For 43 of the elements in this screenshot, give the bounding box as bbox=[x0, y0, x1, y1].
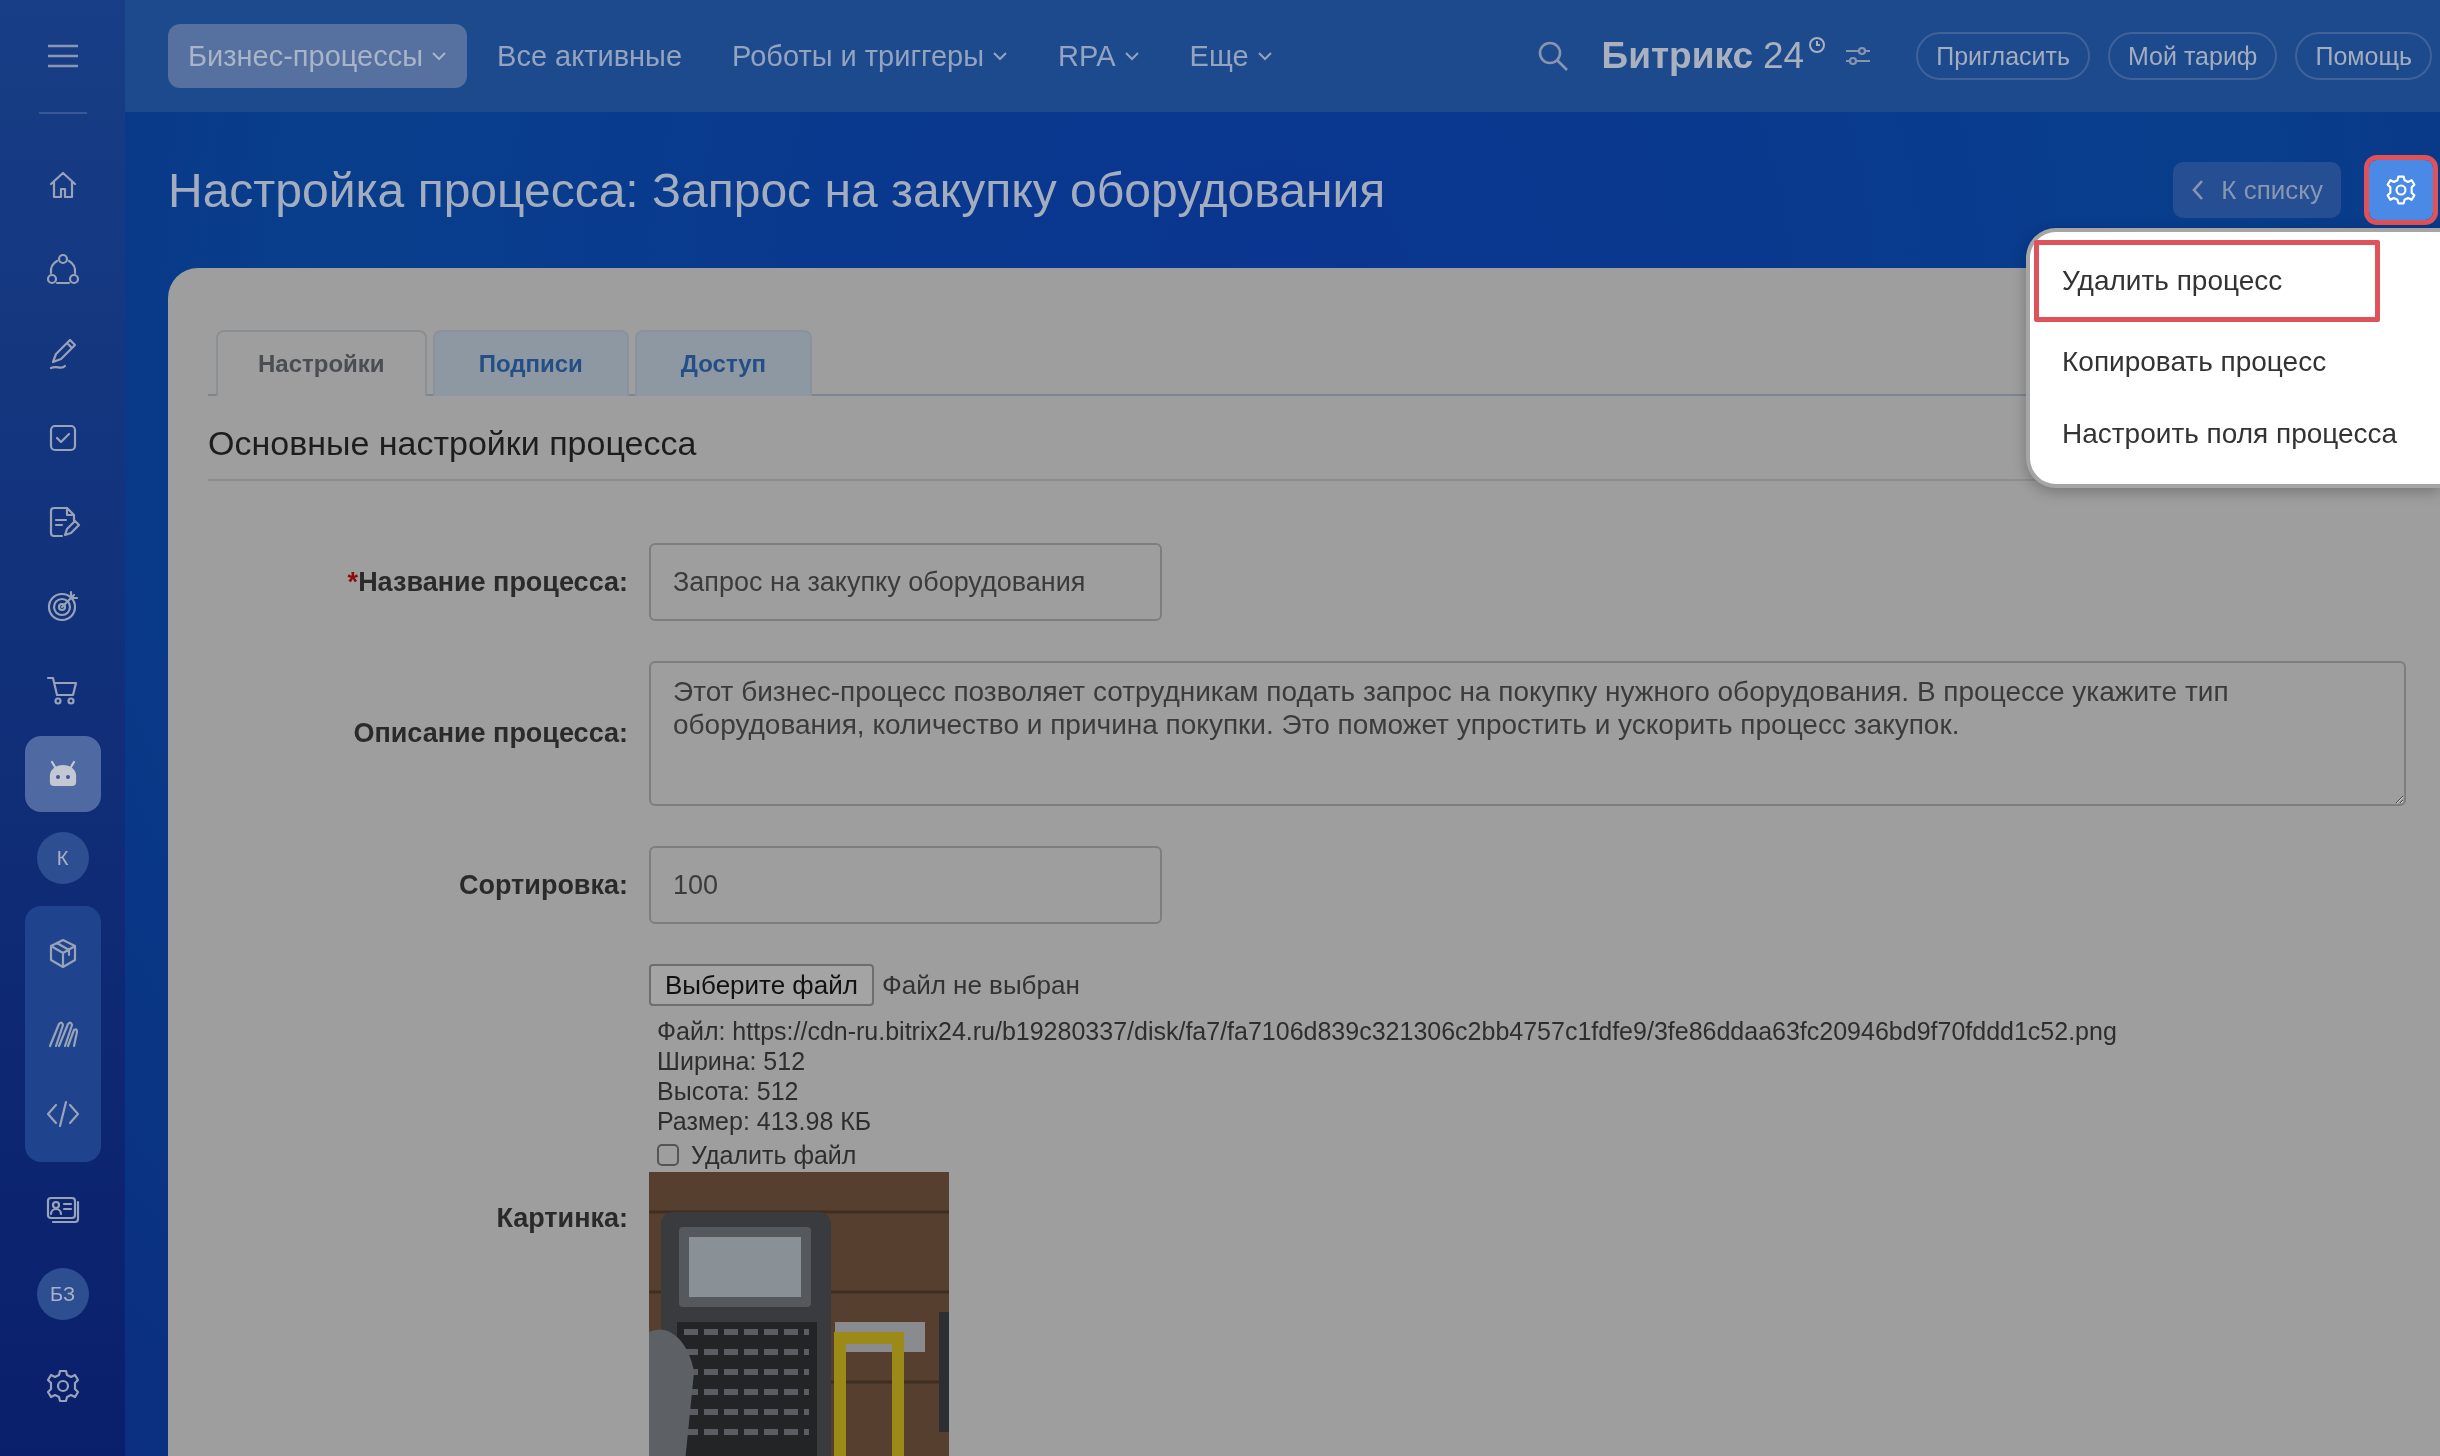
menu-item[interactable]: Удалить процесс bbox=[2034, 240, 2380, 322]
clock-icon bbox=[1808, 36, 1827, 54]
choose-file-button[interactable]: Выберите файл bbox=[649, 964, 874, 1006]
nav-tab[interactable]: Все активные bbox=[477, 24, 703, 88]
file-status: Файл не выбран bbox=[881, 970, 1080, 1000]
sliders-icon[interactable] bbox=[1844, 44, 1873, 68]
field-label: Сортировка: bbox=[458, 869, 628, 900]
logo-name: Битрикс bbox=[1601, 35, 1753, 77]
nav-tab[interactable]: RPA bbox=[1038, 24, 1160, 88]
file-info: Файл: https://cdn-ru.bitrix24.ru/b19280337/disk/fa7/fa7106d839c321306c2bb4757c1fdfe9/3fe86ddaa63fc20946bd9f70fddd1c52.png bbox=[656, 1016, 2117, 1046]
field-label: Картинка: bbox=[496, 1203, 628, 1233]
tab[interactable]: Доступ bbox=[634, 330, 813, 396]
nav-tab[interactable]: Еще bbox=[1169, 24, 1293, 88]
input-field[interactable]: Запрос на закупку оборудования bbox=[649, 543, 1162, 621]
checkbox[interactable] bbox=[657, 1144, 679, 1166]
file-info: Ширина: 512 bbox=[656, 1046, 807, 1076]
page-title: Настройка процесса: Запрос на закупку оборудования bbox=[168, 162, 1386, 218]
header-button[interactable]: Пригласить bbox=[1916, 32, 2090, 80]
menu-item[interactable]: Настроить поля процесса bbox=[2034, 398, 2436, 470]
chevron-left-icon bbox=[2191, 179, 2206, 201]
menu-item[interactable]: Копировать процесс bbox=[2034, 326, 2436, 398]
tab[interactable]: Настройки bbox=[216, 330, 427, 396]
avatar[interactable]: БЗ bbox=[36, 1268, 89, 1320]
header-button[interactable]: Мой тариф bbox=[2108, 32, 2278, 80]
nav-tab[interactable]: Бизнес-процессы bbox=[168, 24, 468, 88]
tab[interactable]: Подписи bbox=[432, 330, 629, 396]
input-field[interactable]: 100 bbox=[649, 846, 1162, 924]
menu-icon[interactable] bbox=[45, 43, 80, 69]
textarea-field[interactable]: Этот бизнес-процесс позволяет сотрудникам подать запрос на покупку нужного оборудования. В процессе укажите тип оборудования, количество и причина покупки. Это поможет упростить и ускорить процесс закупок. bbox=[649, 661, 2406, 806]
back-button[interactable]: К списку bbox=[2173, 162, 2341, 218]
settings-icon bbox=[2385, 174, 2417, 206]
sidebar-item[interactable] bbox=[24, 736, 101, 812]
required-mark: * bbox=[347, 566, 359, 597]
field-label: Название процесса: bbox=[358, 566, 628, 597]
header-button[interactable]: Помощь bbox=[2295, 32, 2432, 80]
file-info: Высота: 512 bbox=[656, 1076, 800, 1106]
field-label: Описание процесса: bbox=[353, 718, 628, 748]
file-info: Размер: 413.98 КБ bbox=[656, 1106, 873, 1136]
checkbox-label[interactable]: Удалить файл bbox=[691, 1140, 857, 1170]
avatar[interactable]: К bbox=[36, 832, 89, 884]
settings-icon[interactable] bbox=[44, 1368, 81, 1404]
logo-number: 24 bbox=[1763, 35, 1805, 77]
nav-tab[interactable]: Роботы и триггеры bbox=[712, 24, 1029, 88]
